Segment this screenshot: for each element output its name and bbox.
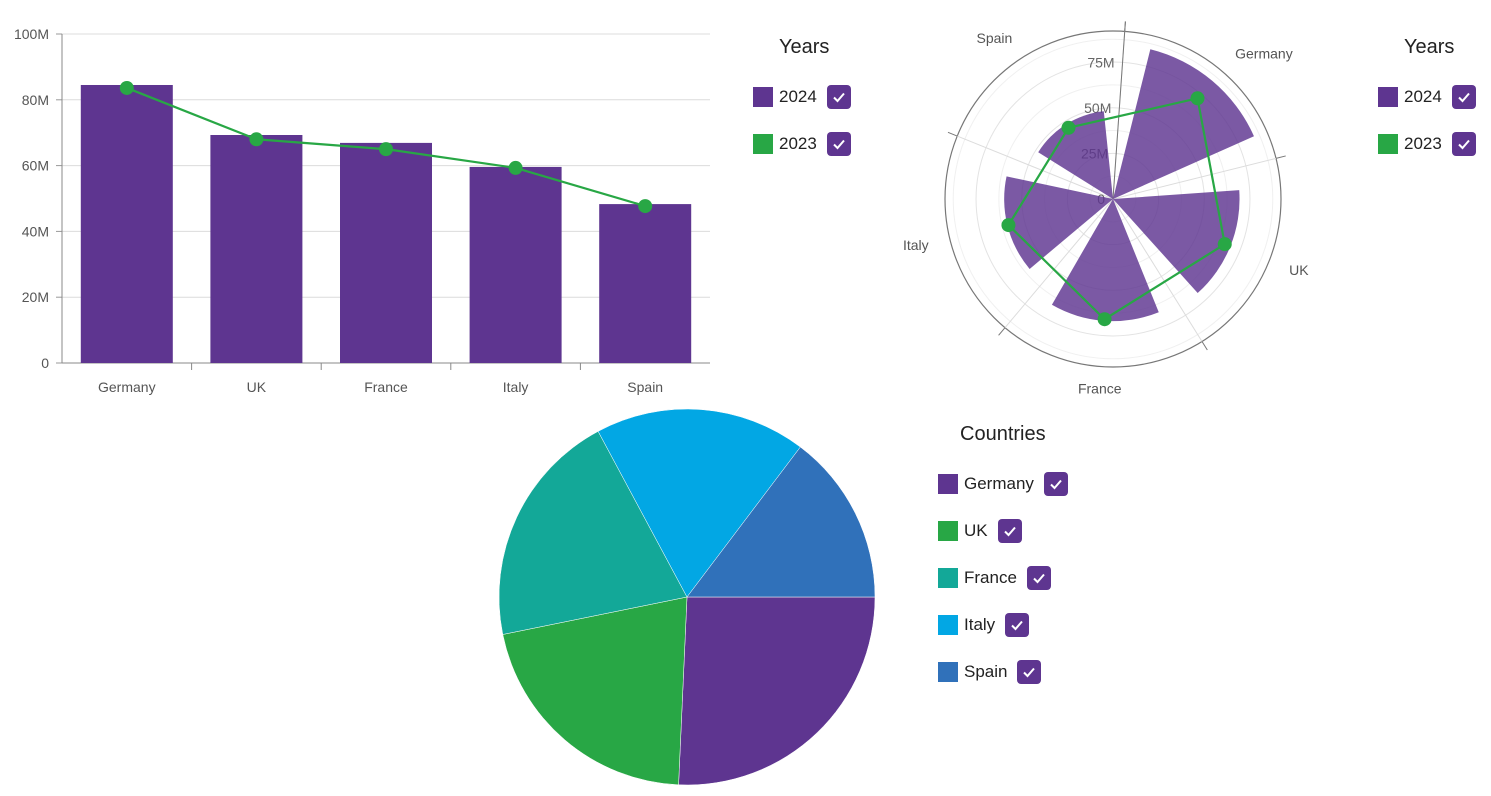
legend-label: UK	[964, 520, 988, 540]
checkbox-checked-icon[interactable]	[1017, 659, 1042, 684]
line-point	[1217, 237, 1232, 252]
legend-swatch	[753, 133, 773, 154]
checkbox-checked-icon[interactable]	[1451, 131, 1476, 156]
bar-uk	[210, 135, 303, 363]
polar-chart-legend: Years 2024 2023	[1378, 36, 1476, 167]
pie-slice-germany	[678, 596, 876, 786]
category-label: Spain	[977, 30, 1013, 46]
line-point	[638, 199, 653, 214]
bar-italy	[469, 166, 562, 363]
bar-chart-legend: Years 2024 2023	[753, 36, 851, 167]
legend-label: 2023	[1404, 133, 1442, 153]
pie-chart-legend: Countries Germany UK France Italy Spain	[938, 423, 1068, 695]
legend-label: Italy	[964, 614, 996, 634]
x-tick-label: Spain	[627, 379, 663, 395]
checkbox-checked-icon[interactable]	[1451, 84, 1476, 109]
x-tick-label: Germany	[98, 379, 156, 395]
legend-swatch	[938, 567, 958, 588]
legend-item-germany[interactable]: Germany	[938, 460, 1068, 507]
line-point	[1097, 312, 1112, 327]
y-tick-label: 0	[41, 355, 49, 371]
category-label: Germany	[1235, 45, 1293, 61]
pie-chart	[498, 408, 876, 786]
line-point	[1001, 218, 1016, 233]
y-tick-label: 100M	[14, 26, 49, 42]
bar-line-chart: 0 20M 40M 60M 80M 100M Germany UK France Italy Spa…	[14, 26, 710, 395]
polar-chart: 025M50M75MGermanyUKFranceItalySpain	[903, 21, 1309, 397]
checkbox-checked-icon[interactable]	[1043, 471, 1068, 496]
x-tick-label: Italy	[503, 379, 529, 395]
y-tick-label: 20M	[22, 289, 49, 305]
legend-label: France	[964, 567, 1017, 587]
checkbox-checked-icon[interactable]	[1026, 565, 1051, 590]
line-point	[249, 132, 264, 147]
legend-swatch	[938, 661, 958, 682]
legend-label: Spain	[964, 661, 1008, 681]
angular-tick	[947, 131, 958, 137]
angular-tick	[998, 327, 1006, 336]
legend-label: 2024	[779, 86, 817, 106]
legend-title: Years	[779, 36, 830, 58]
line-point	[508, 160, 523, 175]
legend-swatch	[938, 520, 958, 541]
x-tick-label: France	[364, 379, 408, 395]
legend-label: 2023	[779, 133, 817, 153]
legend-swatch	[1378, 133, 1398, 154]
angular-tick	[1275, 155, 1286, 159]
legend-item-2023[interactable]: 2023	[1378, 120, 1476, 167]
line-point	[1190, 91, 1205, 106]
radial-tick-label: 75M	[1087, 54, 1114, 70]
y-tick-label: 60M	[22, 158, 49, 174]
legend-item-italy[interactable]: Italy	[938, 601, 1068, 648]
category-label: France	[1078, 381, 1122, 397]
line-point	[1061, 120, 1076, 135]
y-tick-label: 40M	[22, 223, 49, 239]
legend-item-france[interactable]: France	[938, 554, 1068, 601]
legend-item-2023[interactable]: 2023	[753, 120, 851, 167]
legend-item-uk[interactable]: UK	[938, 507, 1068, 554]
checkbox-checked-icon[interactable]	[1005, 612, 1030, 637]
y-tick-label: 80M	[22, 92, 49, 108]
legend-item-2024[interactable]: 2024	[753, 73, 851, 120]
bar-germany	[80, 84, 173, 364]
legend-title: Years	[1404, 36, 1455, 58]
legend-label: 2024	[1404, 86, 1442, 106]
legend-title: Countries	[960, 423, 1046, 445]
radial-bar-germany	[1113, 49, 1254, 200]
category-label: Italy	[903, 237, 929, 253]
angular-tick	[1201, 341, 1208, 351]
legend-label: Germany	[964, 473, 1034, 493]
line-point	[119, 80, 134, 95]
line-point	[379, 142, 393, 157]
bar-france	[340, 142, 432, 363]
x-tick-label: UK	[247, 379, 267, 395]
legend-item-2024[interactable]: 2024	[1378, 73, 1476, 120]
checkbox-checked-icon[interactable]	[826, 131, 851, 156]
legend-item-spain[interactable]: Spain	[938, 648, 1068, 695]
legend-swatch	[938, 473, 958, 494]
checkbox-checked-icon[interactable]	[826, 84, 851, 109]
category-label: UK	[1289, 262, 1309, 278]
checkbox-checked-icon[interactable]	[997, 518, 1022, 543]
legend-swatch	[1378, 86, 1398, 107]
bar-spain	[599, 204, 692, 363]
legend-swatch	[753, 86, 773, 107]
legend-swatch	[938, 614, 958, 635]
